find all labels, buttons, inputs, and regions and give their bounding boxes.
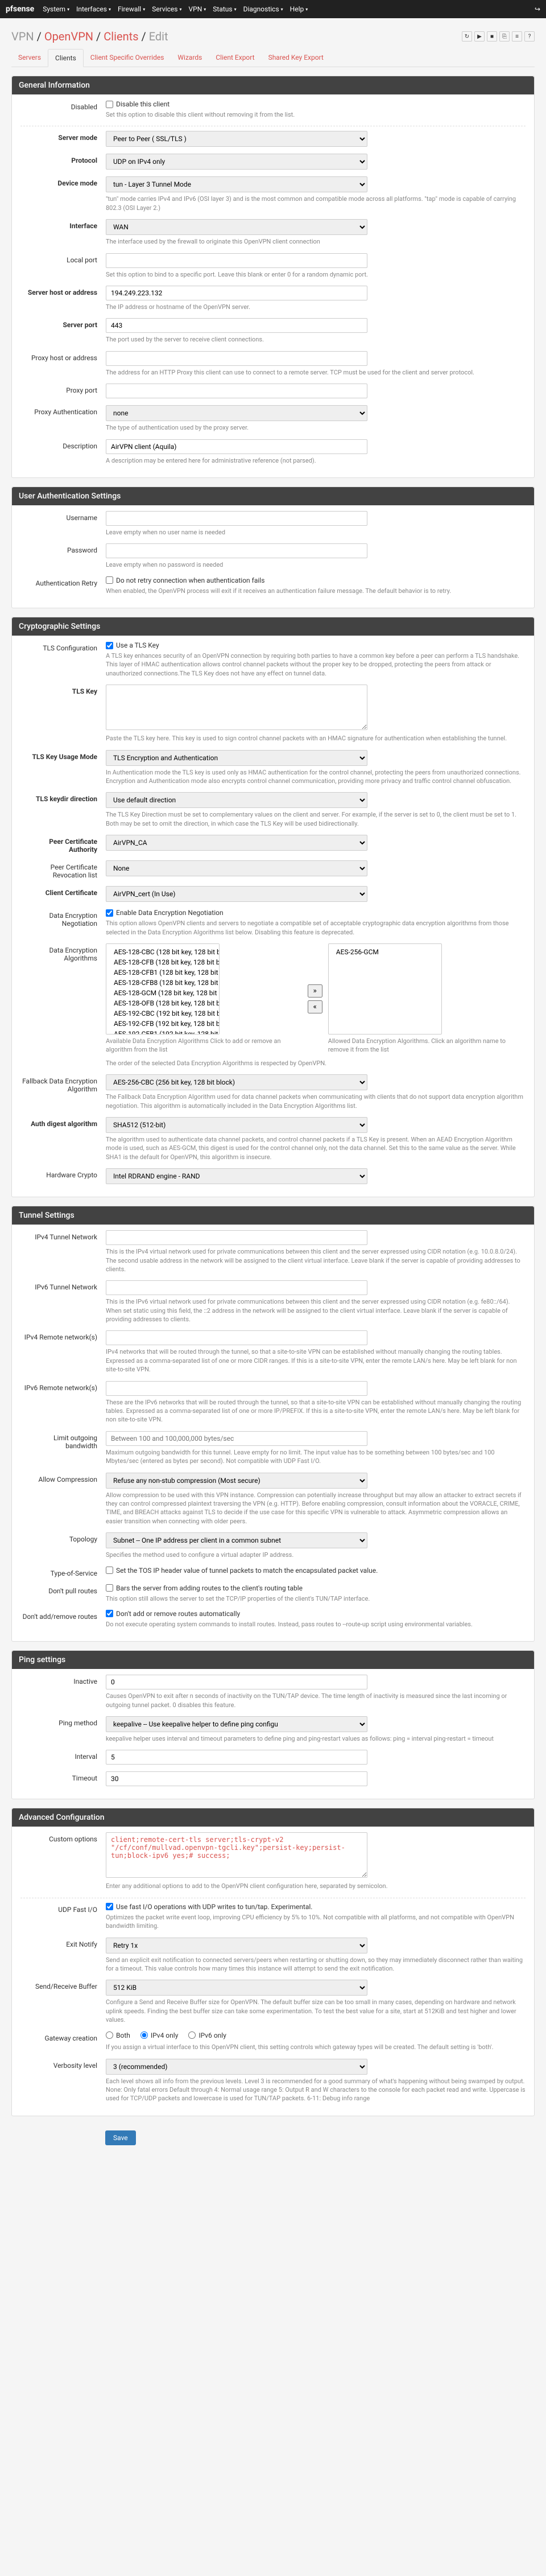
action-icon[interactable]: ⎘ (499, 31, 510, 42)
available-algorithms-list[interactable]: AES-128-CBC (128 bit key, 128 bit block)… (106, 943, 220, 1034)
tls-config-checkbox[interactable] (106, 642, 113, 649)
hw-crypto-select[interactable]: Intel RDRAND engine - RAND (106, 1168, 367, 1184)
auth-retry-checkbox[interactable] (106, 576, 113, 584)
crumb-edit: Edit (149, 30, 168, 43)
username-input[interactable] (106, 511, 367, 526)
help-icon[interactable]: ? (524, 31, 535, 42)
server-host-input[interactable] (106, 286, 367, 300)
proxy-host-input[interactable] (106, 351, 367, 366)
tab-shared-key[interactable]: Shared Key Export (262, 49, 330, 67)
tls-usage-select[interactable]: TLS Encryption and Authentication (106, 750, 367, 766)
logout-icon[interactable]: ↪ (535, 5, 540, 13)
crumb-vpn: VPN (11, 30, 34, 43)
logo: pfsense (6, 5, 34, 14)
menu-help[interactable]: Help (290, 5, 308, 13)
menu-system[interactable]: System (43, 5, 69, 13)
tab-client-export[interactable]: Client Export (209, 49, 261, 67)
ipv4-tunnel-input[interactable] (106, 1230, 367, 1245)
inactive-input[interactable] (106, 1675, 367, 1689)
action-icon[interactable]: ≡ (512, 31, 522, 42)
tls-keydir-select[interactable]: Use default direction (106, 792, 367, 808)
local-port-input[interactable] (106, 253, 367, 268)
top-nav: pfsense System Interfaces Firewall Servi… (0, 0, 546, 18)
no-add-checkbox[interactable] (106, 1610, 113, 1617)
gateway-both-radio[interactable] (106, 2031, 113, 2039)
menu-diagnostics[interactable]: Diagnostics (243, 5, 283, 13)
section-general: General Information (12, 76, 534, 94)
breadcrumb: VPN / OpenVPN / Clients / Edit ↻ ▶ ■ ⎘ ≡… (11, 24, 535, 49)
tos-checkbox[interactable] (106, 1567, 113, 1574)
description-input[interactable] (106, 439, 367, 454)
ping-method-select[interactable]: keepalive -- Use keepalive helper to def… (106, 1716, 367, 1732)
remove-alg-button[interactable]: « (308, 1000, 322, 1013)
topology-select[interactable]: Subnet -- One IP address per client in a… (106, 1532, 367, 1548)
peer-crl-select[interactable]: None (106, 860, 367, 876)
selected-algorithms-list[interactable]: AES-256-GCM (328, 943, 442, 1034)
server-port-input[interactable] (106, 318, 367, 333)
fallback-select[interactable]: AES-256-CBC (256 bit key, 128 bit block) (106, 1074, 367, 1090)
tab-clients[interactable]: Clients (48, 49, 84, 67)
server-mode-select[interactable]: Peer to Peer ( SSL/TLS ) (106, 131, 367, 147)
disabled-checkbox[interactable] (106, 101, 113, 108)
action-icon[interactable]: ■ (487, 31, 497, 42)
verbosity-select[interactable]: 3 (recommended) (106, 2059, 367, 2075)
password-input[interactable] (106, 543, 367, 558)
crumb-clients[interactable]: Clients (104, 30, 138, 43)
menu-status[interactable]: Status (213, 5, 236, 13)
action-icon[interactable]: ↻ (462, 31, 472, 42)
gateway-ipv4-radio[interactable] (140, 2031, 148, 2039)
custom-options-textarea[interactable]: client;remote-cert-tls server;tls-crypt-… (106, 1832, 367, 1878)
interface-select[interactable]: WAN (106, 219, 367, 235)
section-tunnel: Tunnel Settings (12, 1206, 534, 1225)
section-crypto: Cryptographic Settings (12, 617, 534, 636)
device-mode-select[interactable]: tun - Layer 3 Tunnel Mode (106, 176, 367, 192)
menu-services[interactable]: Services (152, 5, 181, 13)
add-alg-button[interactable]: » (308, 984, 322, 998)
peer-ca-select[interactable]: AirVPN_CA (106, 835, 367, 851)
tabs: Servers Clients Client Specific Override… (11, 49, 535, 67)
tab-servers[interactable]: Servers (11, 49, 48, 67)
client-cert-select[interactable]: AirVPN_cert (In Use) (106, 886, 367, 902)
tls-key-textarea[interactable] (106, 685, 367, 730)
menu-vpn[interactable]: VPN (188, 5, 206, 13)
action-icon[interactable]: ▶ (474, 31, 485, 42)
data-neg-checkbox[interactable] (106, 909, 113, 917)
auth-digest-select[interactable]: SHA512 (512-bit) (106, 1117, 367, 1133)
save-button[interactable]: Save (105, 2130, 136, 2145)
compression-select[interactable]: Refuse any non-stub compression (Most se… (106, 1473, 367, 1489)
protocol-select[interactable]: UDP on IPv4 only (106, 154, 367, 170)
section-advanced: Advanced Configuration (12, 1808, 534, 1827)
proxy-auth-select[interactable]: none (106, 405, 367, 421)
proxy-port-input[interactable] (106, 384, 367, 398)
tab-cso[interactable]: Client Specific Overrides (84, 49, 171, 67)
exit-notify-select[interactable]: Retry 1x (106, 1938, 367, 1953)
section-userauth: User Authentication Settings (12, 487, 534, 505)
interval-input[interactable] (106, 1750, 367, 1765)
ipv6-remote-input[interactable] (106, 1381, 367, 1396)
crumb-openvpn[interactable]: OpenVPN (44, 30, 93, 43)
menu-interfaces[interactable]: Interfaces (76, 5, 111, 13)
gateway-ipv6-radio[interactable] (188, 2031, 196, 2039)
timeout-input[interactable] (106, 1771, 367, 1786)
sndrcv-select[interactable]: 512 KiB (106, 1980, 367, 1996)
ipv4-remote-input[interactable] (106, 1330, 367, 1345)
udp-fast-checkbox[interactable] (106, 1903, 113, 1910)
limit-bw-input[interactable] (106, 1431, 367, 1446)
menu-firewall[interactable]: Firewall (118, 5, 145, 13)
section-ping: Ping settings (12, 1651, 534, 1669)
ipv6-tunnel-input[interactable] (106, 1280, 367, 1295)
tab-wizards[interactable]: Wizards (171, 49, 209, 67)
no-pull-checkbox[interactable] (106, 1584, 113, 1592)
